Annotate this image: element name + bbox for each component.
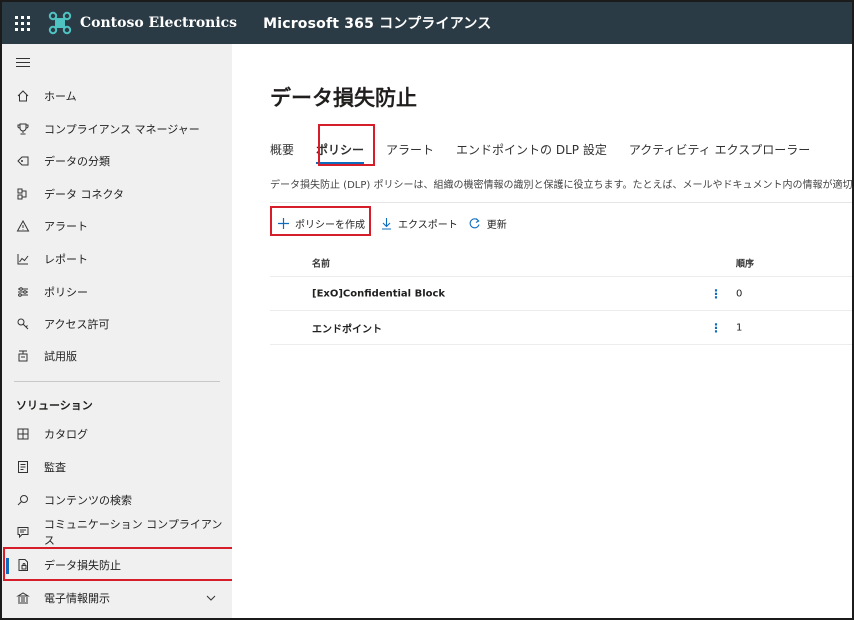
left-nav: ホーム コンプライアンス マネージャー データの分類 データ コネクタ アラート… (2, 44, 234, 618)
connector-icon (14, 185, 32, 203)
table-header: 名前 順序 (270, 249, 852, 277)
page-title: データ損失防止 (270, 86, 417, 110)
nav-item-label: カタログ (44, 428, 88, 441)
page-description: データ損失防止 (DLP) ポリシーは、組織の機密情報の識別と保護に役立ちます。… (270, 180, 852, 191)
chevron-down-icon[interactable] (206, 593, 216, 604)
trophy-icon (14, 120, 32, 138)
column-header-order[interactable]: 順序 (736, 256, 754, 269)
more-options-icon[interactable]: ⋮ (710, 321, 722, 335)
refresh-icon (468, 216, 482, 230)
nav-item-reports[interactable]: レポート (2, 243, 232, 275)
nav-item-label: コンプライアンス マネージャー (44, 123, 200, 136)
highlight-create-policy (270, 206, 371, 236)
export-button[interactable]: エクスポート (379, 216, 458, 231)
nav-item-compliance-manager[interactable]: コンプライアンス マネージャー (2, 113, 232, 145)
top-bar: Contoso Electronics Microsoft 365 コンプライア… (2, 2, 852, 44)
nav-item-label: 監査 (44, 461, 66, 474)
warning-icon (14, 217, 32, 235)
chart-icon (14, 250, 32, 268)
waffle-icon (14, 15, 30, 31)
nav-item-audit[interactable]: 監査 (2, 451, 232, 483)
audit-icon (14, 458, 32, 476)
nav-item-label: データの分類 (44, 155, 110, 168)
nav-item-content-search[interactable]: コンテンツの検索 (2, 484, 232, 516)
tab-alerts[interactable]: アラート (386, 134, 434, 164)
policy-order: 1 (736, 322, 743, 333)
nav-item-trials[interactable]: 試用版 (2, 340, 232, 372)
policy-table: 名前 順序 [ExO]Confidential Block ⋮ 0 エンドポイン… (270, 249, 852, 345)
policy-name[interactable]: エンドポイント (312, 320, 382, 335)
brand[interactable]: Contoso Electronics (42, 2, 237, 44)
download-icon (379, 216, 393, 230)
nav-item-permissions[interactable]: アクセス許可 (2, 308, 232, 340)
nav-item-data-classification[interactable]: データの分類 (2, 145, 232, 177)
search-icon (14, 491, 32, 509)
nav-item-alerts[interactable]: アラート (2, 210, 232, 242)
table-row[interactable]: [ExO]Confidential Block ⋮ 0 (270, 277, 852, 311)
home-icon (14, 87, 32, 105)
nav-item-catalog[interactable]: カタログ (2, 418, 232, 450)
command-bar-divider (270, 202, 852, 203)
nav-item-label: 電子情報開示 (44, 592, 110, 605)
hamburger-icon[interactable] (16, 58, 30, 70)
policy-order: 0 (736, 288, 743, 299)
app-launcher-button[interactable] (2, 2, 42, 44)
more-options-icon[interactable]: ⋮ (710, 287, 722, 301)
key-icon (14, 315, 32, 333)
suite-title[interactable]: Microsoft 365 コンプライアンス (263, 13, 491, 33)
tab-activity-explorer[interactable]: アクティビティ エクスプローラー (629, 134, 810, 164)
nav-item-label: 試用版 (44, 350, 77, 363)
tab-overview[interactable]: 概要 (270, 134, 294, 164)
tag-icon (14, 152, 32, 170)
nav-item-home[interactable]: ホーム (2, 80, 232, 112)
nav-item-label: アクセス許可 (44, 318, 110, 331)
refresh-button[interactable]: 更新 (468, 216, 507, 231)
table-row[interactable]: エンドポイント ⋮ 1 (270, 311, 852, 345)
nav-item-communication-compliance[interactable]: コミュニケーション コンプライアンス (2, 516, 232, 548)
nav-item-label: ポリシー (44, 286, 88, 299)
ediscovery-icon (14, 589, 32, 607)
column-header-name[interactable]: 名前 (312, 256, 330, 269)
nav-item-label: レポート (44, 253, 88, 266)
contoso-logo-icon (48, 11, 72, 35)
policy-name[interactable]: [ExO]Confidential Block (312, 288, 445, 299)
nav-item-label: データ コネクタ (44, 188, 125, 201)
chat-icon (14, 523, 32, 541)
app-window: Contoso Electronics Microsoft 365 コンプライア… (0, 0, 854, 620)
nav-item-label: コンテンツの検索 (44, 494, 132, 507)
solutions-section-title: ソリューション (16, 399, 93, 412)
nav-item-policies[interactable]: ポリシー (2, 276, 232, 308)
nav-divider (14, 381, 220, 382)
catalog-icon (14, 425, 32, 443)
nav-item-data-connectors[interactable]: データ コネクタ (2, 178, 232, 210)
nav-item-label: コミュニケーション コンプライアンス (43, 518, 223, 547)
highlight-dlp-nav (3, 547, 234, 581)
refresh-label: 更新 (486, 219, 507, 231)
main-content: データ損失防止 概要 ポリシー アラート エンドポイントの DLP 設定 アクテ… (232, 44, 852, 618)
brand-name: Contoso Electronics (80, 15, 238, 31)
sliders-icon (14, 283, 32, 301)
nav-item-ediscovery[interactable]: 電子情報開示 (2, 582, 232, 614)
nav-item-label: ホーム (44, 90, 77, 103)
trial-icon (14, 347, 32, 365)
export-label: エクスポート (398, 219, 458, 231)
highlight-policy-tab (318, 124, 375, 166)
tab-endpoint-dlp-settings[interactable]: エンドポイントの DLP 設定 (456, 134, 607, 164)
nav-item-label: アラート (44, 220, 88, 233)
